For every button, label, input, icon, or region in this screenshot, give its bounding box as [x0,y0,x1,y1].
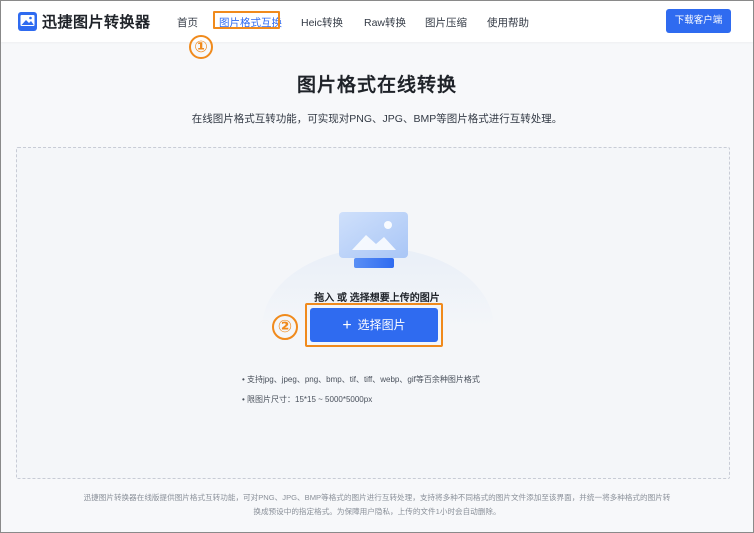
highlight-box-nav [213,11,280,29]
nav-heic[interactable]: Heic转换 [301,15,343,30]
callout-marker-1: ① [189,35,213,59]
nav-compress[interactable]: 图片压缩 [425,15,467,30]
footer-line-1: 迅捷图片转换器在线版提供图片格式互转功能，可对PNG、JPG、BMP等格式的图片… [83,493,671,502]
image-logo-icon[interactable] [18,12,37,31]
image-upload-illustration [339,212,408,268]
drop-prompt: 拖入 或 选择想要上传的图片 [314,293,440,304]
footer-line-2: 换成预设中的指定格式。为保障用户隐私，上传的文件1小时会自动删除。 [253,507,501,516]
top-header: 迅捷图片转换器 首页 图片格式互换 Heic转换 Raw转换 图片压缩 使用帮助… [1,1,753,42]
select-image-button[interactable]: + 选择图片 [310,308,438,342]
page-subtitle: 在线图片格式互转功能，可实现对PNG、JPG、BMP等图片格式进行互转处理。 [191,113,563,125]
nav-raw[interactable]: Raw转换 [364,15,406,30]
page-title: 图片格式在线转换 [296,75,457,96]
format-hint: • 支持jpg、jpeg、png、bmp、tif、tiff、webp、gif等百… [242,375,480,384]
select-image-label: 选择图片 [357,318,406,332]
plus-icon: + [342,317,352,334]
nav-help[interactable]: 使用帮助 [487,15,529,30]
download-client-button[interactable]: 下载客户端 [666,9,731,33]
size-hint: • 限图片尺寸：15*15 ~ 5000*5000px [242,395,373,404]
callout-marker-2: ② [272,314,298,340]
footer-note: 迅捷图片转换器在线版提供图片格式互转功能，可对PNG、JPG、BMP等格式的图片… [30,491,724,519]
nav-home[interactable]: 首页 [177,15,198,30]
brand-name[interactable]: 迅捷图片转换器 [42,11,151,32]
